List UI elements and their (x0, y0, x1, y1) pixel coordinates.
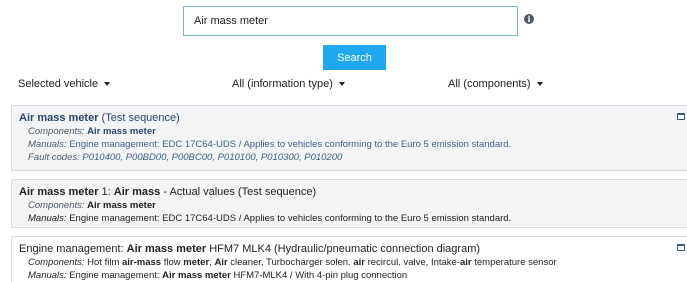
vehicle-filter[interactable]: Selected vehicle (18, 78, 111, 90)
result-title[interactable]: Engine management: Air mass meter HFM7 M… (19, 243, 480, 255)
caret-down-icon (104, 82, 111, 86)
result-title[interactable]: Air mass meter 1: Air mass - Actual valu… (19, 186, 316, 198)
vehicle-filter-label: Selected vehicle (18, 78, 99, 90)
search-box[interactable] (183, 6, 518, 36)
caret-down-icon (338, 82, 345, 86)
result-manuals: Manuals: Engine management: Air mass met… (28, 270, 408, 281)
document-icon[interactable] (677, 113, 685, 120)
document-icon[interactable] (677, 244, 685, 251)
result-components: Components: Air mass meter (28, 126, 156, 137)
result-card[interactable]: Air mass meter (Test sequence) Component… (11, 105, 687, 171)
result-card[interactable]: Air mass meter 1: Air mass - Actual valu… (11, 179, 687, 228)
result-manuals: Manuals: Engine management: EDC 17C64-UD… (28, 139, 512, 150)
result-components: Components: Hot film air-mass flow meter… (28, 257, 557, 268)
components-filter[interactable]: All (components) (448, 78, 543, 90)
info-type-filter[interactable]: All (information type) (232, 78, 345, 90)
caret-down-icon (536, 82, 543, 86)
search-input[interactable] (184, 7, 517, 35)
result-title[interactable]: Air mass meter (Test sequence) (19, 112, 180, 124)
result-card[interactable]: Engine management: Air mass meter HFM7 M… (11, 236, 687, 282)
result-manuals: Manuals: Engine management: EDC 17C64-UD… (28, 213, 512, 224)
search-button[interactable]: Search (323, 45, 386, 70)
result-components: Components: Air mass meter (28, 200, 156, 211)
info-icon[interactable]: i (524, 14, 534, 24)
info-type-filter-label: All (information type) (232, 78, 333, 90)
components-filter-label: All (components) (448, 78, 531, 90)
result-fault-codes: Fault codes: P010400, P00BD00, P00BC00, … (28, 152, 343, 163)
